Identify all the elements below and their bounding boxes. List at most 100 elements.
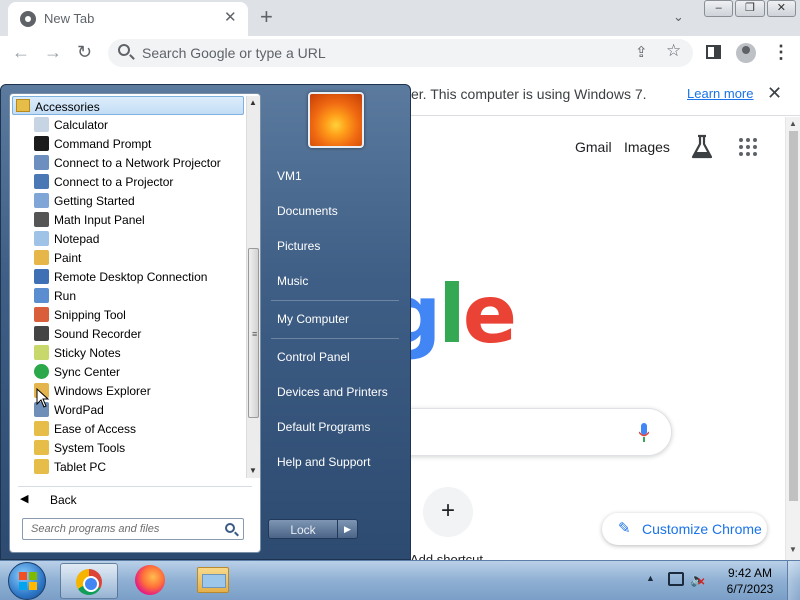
- start-button[interactable]: [8, 562, 46, 600]
- divider: [18, 486, 252, 487]
- network-projector-icon: [34, 155, 49, 170]
- taskbar-chrome-button[interactable]: [60, 563, 118, 599]
- learn-more-link[interactable]: Learn more: [687, 86, 753, 101]
- scroll-up-icon[interactable]: ▲: [789, 119, 797, 128]
- page-scrollbar[interactable]: ▲ ▼: [785, 117, 800, 560]
- right-link-help-support[interactable]: Help and Support: [277, 455, 370, 469]
- program-item[interactable]: Connect to a Network Projector: [10, 153, 246, 172]
- chrome-icon: [20, 11, 36, 27]
- share-icon[interactable]: ⇪: [635, 43, 648, 61]
- back-arrow-icon[interactable]: ◀: [20, 492, 28, 505]
- remote-desktop-icon: [34, 269, 49, 284]
- back-arrow-icon[interactable]: ←: [12, 42, 30, 63]
- divider: [271, 300, 399, 301]
- omnibox-placeholder: Search Google or type a URL: [142, 45, 326, 61]
- tab-new-tab[interactable]: New Tab ✕: [8, 2, 248, 36]
- minimize-button[interactable]: –: [704, 0, 734, 17]
- program-item[interactable]: Snipping Tool: [10, 305, 246, 324]
- explorer-icon[interactable]: [197, 567, 229, 593]
- right-link-pictures[interactable]: Pictures: [277, 239, 320, 253]
- search-icon[interactable]: [225, 523, 235, 533]
- right-link-music[interactable]: Music: [277, 274, 308, 288]
- firefox-icon[interactable]: [135, 565, 165, 595]
- show-hidden-icons-icon[interactable]: ▲: [646, 573, 655, 583]
- gmail-link[interactable]: Gmail: [575, 139, 612, 155]
- program-item[interactable]: Sync Center: [10, 362, 246, 381]
- right-link-devices-printers[interactable]: Devices and Printers: [277, 385, 388, 399]
- forward-arrow-icon[interactable]: →: [44, 42, 62, 63]
- calculator-icon: [34, 117, 49, 132]
- program-item[interactable]: System Tools: [10, 438, 246, 457]
- close-icon[interactable]: ✕: [224, 8, 237, 26]
- program-label: Ease of Access: [54, 422, 137, 436]
- new-tab-button[interactable]: +: [260, 4, 273, 30]
- program-item[interactable]: Command Prompt: [10, 134, 246, 153]
- scroll-thumb[interactable]: [789, 131, 798, 501]
- right-link-documents[interactable]: Documents: [277, 204, 338, 218]
- program-item[interactable]: Ease of Access: [10, 419, 246, 438]
- search-programs-input[interactable]: Search programs and files: [22, 518, 244, 540]
- program-item[interactable]: Tablet PC: [10, 457, 246, 476]
- program-item[interactable]: Calculator: [10, 115, 246, 134]
- program-item[interactable]: Sound Recorder: [10, 324, 246, 343]
- search-icon: [118, 44, 130, 56]
- program-item[interactable]: Connect to a Projector: [10, 172, 246, 191]
- run-icon: [34, 288, 49, 303]
- scroll-down-icon[interactable]: ▼: [789, 545, 797, 554]
- program-item[interactable]: Remote Desktop Connection: [10, 267, 246, 286]
- right-link-vm1[interactable]: VM1: [277, 169, 302, 183]
- infobar-message: er. This computer is using Windows 7.: [411, 86, 647, 102]
- images-link[interactable]: Images: [624, 139, 670, 155]
- maximize-button[interactable]: ❐: [735, 0, 765, 17]
- scroll-thumb[interactable]: ≡: [248, 248, 259, 418]
- right-link-control-panel[interactable]: Control Panel: [277, 350, 350, 364]
- shutdown-options-arrow-icon[interactable]: ▶: [337, 520, 357, 538]
- start-menu-programs-pane: Accessories Calculator Command Prompt Conn…: [9, 93, 261, 553]
- notepad-icon: [34, 231, 49, 246]
- program-item[interactable]: Sticky Notes: [10, 343, 246, 362]
- scroll-up-icon[interactable]: ▲: [249, 98, 257, 107]
- windows-logo-icon: [19, 572, 37, 590]
- add-shortcut-button[interactable]: +: [423, 487, 473, 537]
- program-item[interactable]: Run: [10, 286, 246, 305]
- accessories-label: Accessories: [35, 100, 100, 114]
- program-label: Math Input Panel: [54, 213, 145, 227]
- close-window-button[interactable]: ✕: [766, 0, 796, 17]
- network-icon[interactable]: [668, 572, 684, 586]
- chevron-down-icon[interactable]: ⌄: [673, 9, 684, 25]
- program-label: Calculator: [54, 118, 109, 132]
- back-button[interactable]: Back: [50, 493, 77, 507]
- window-controls: – ❐ ✕: [704, 0, 796, 18]
- pencil-icon: ✎: [618, 520, 631, 537]
- kebab-menu-icon[interactable]: ⋮: [772, 42, 790, 63]
- program-item[interactable]: Notepad: [10, 229, 246, 248]
- scroll-down-icon[interactable]: ▼: [249, 466, 257, 475]
- star-icon[interactable]: ☆: [666, 41, 681, 61]
- lock-button[interactable]: Lock ▶: [268, 519, 358, 539]
- google-search-box[interactable]: [372, 408, 672, 456]
- program-item[interactable]: Paint: [10, 248, 246, 267]
- program-list-scrollbar[interactable]: ▲ ≡ ▼: [246, 96, 260, 478]
- side-panel-icon[interactable]: [706, 45, 721, 59]
- math-input-icon: [34, 212, 49, 227]
- program-item[interactable]: Getting Started: [10, 191, 246, 210]
- clock-time[interactable]: 9:42 AM: [720, 566, 780, 580]
- program-item[interactable]: Math Input Panel: [10, 210, 246, 229]
- google-apps-icon[interactable]: [739, 138, 757, 156]
- right-link-my-computer[interactable]: My Computer: [277, 312, 349, 326]
- profile-avatar-icon[interactable]: [736, 43, 756, 63]
- microphone-icon[interactable]: [639, 423, 649, 443]
- folder-icon: [34, 459, 49, 474]
- accessories-folder[interactable]: Accessories: [12, 96, 244, 115]
- close-icon[interactable]: ✕: [767, 83, 782, 104]
- program-label: Sync Center: [54, 365, 121, 379]
- reload-icon[interactable]: ↻: [77, 42, 92, 63]
- labs-flask-icon[interactable]: [690, 134, 714, 160]
- logo-letter-e: e: [462, 268, 517, 361]
- right-link-default-programs[interactable]: Default Programs: [277, 420, 370, 434]
- clock-date[interactable]: 6/7/2023: [720, 582, 780, 596]
- customize-chrome-button[interactable]: ✎ Customize Chrome: [602, 513, 767, 545]
- show-desktop-button[interactable]: [787, 561, 800, 600]
- omnibox[interactable]: Search Google or type a URL ⇪ ☆: [108, 39, 693, 67]
- user-picture[interactable]: [308, 92, 364, 148]
